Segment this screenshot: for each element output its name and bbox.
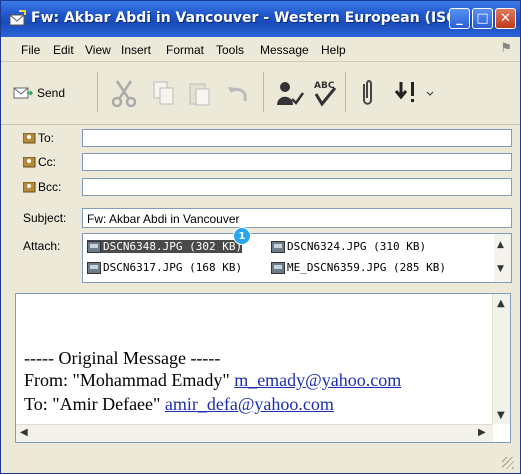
original-message-divider: ----- Original Message ----- [24, 348, 221, 368]
svg-text:ABC: ABC [314, 81, 335, 91]
menu-bar: File Edit View Insert Format Tools Messa… [1, 39, 520, 62]
menu-message[interactable]: Message [260, 43, 309, 57]
attachment-name: DSCN6317.JPG (168 KB) [103, 261, 243, 274]
attachment-item[interactable]: ME_DSCN6359.JPG (285 KB) [271, 261, 446, 274]
cc-label: Cc: [38, 155, 56, 169]
scroll-up-icon[interactable]: ▲ [497, 240, 504, 250]
close-icon: ✕ [500, 11, 511, 26]
attachments-list[interactable]: DSCN6348.JPG (302 KB) DSCN6324.JPG (310 … [82, 233, 512, 283]
toolbar-separator [345, 72, 346, 112]
attach-button[interactable] [357, 76, 377, 110]
attachment-name: DSCN6324.JPG (310 KB) [287, 240, 427, 253]
address-book-icon [23, 133, 36, 144]
bcc-field-button[interactable]: Bcc: [23, 180, 61, 194]
menu-edit[interactable]: Edit [53, 43, 74, 57]
menu-file[interactable]: File [21, 43, 40, 57]
toolbar-separator [263, 72, 264, 112]
from-email-link[interactable]: m_emady@yahoo.com [234, 370, 401, 390]
menu-help[interactable]: Help [321, 43, 346, 57]
menu-insert[interactable]: Insert [121, 43, 151, 57]
menu-format[interactable]: Format [166, 43, 204, 57]
from-line: From: "Mohammad Emady" m_emady@yahoo.com [24, 370, 401, 391]
send-button[interactable]: Send [13, 76, 65, 110]
resize-grip-icon[interactable] [502, 457, 514, 469]
scroll-up-icon[interactable]: ▲ [497, 298, 505, 309]
windows-flag-icon: ⚑ [500, 41, 512, 56]
scroll-down-icon[interactable]: ▼ [497, 410, 505, 421]
to-email-link[interactable]: amir_defa@yahoo.com [165, 394, 334, 414]
compose-window: Fw: Akbar Abdi in Vancouver - Western Eu… [0, 0, 521, 474]
copy-button[interactable] [151, 76, 177, 110]
menu-tools[interactable]: Tools [216, 43, 244, 57]
jpg-file-icon [87, 261, 101, 274]
cc-input[interactable] [82, 153, 512, 171]
bcc-label: Bcc: [38, 180, 62, 194]
chevron-down-icon [426, 91, 434, 96]
minimize-button[interactable]: _ [449, 8, 470, 29]
attachment-item[interactable]: DSCN6317.JPG (168 KB) [87, 261, 242, 274]
cc-field-button[interactable]: Cc: [23, 155, 56, 169]
toolbar-separator [97, 72, 98, 112]
check-names-icon [277, 82, 305, 105]
horizontal-scrollbar[interactable]: ◀ ▶ [16, 424, 493, 442]
subject-input[interactable]: Fw: Akbar Abdi in Vancouver [82, 208, 512, 228]
envelope-forward-icon [9, 10, 26, 26]
maximize-icon: □ [476, 11, 489, 26]
minimize-icon: _ [456, 11, 463, 26]
to-label: To: [38, 131, 55, 145]
jpg-file-icon [271, 261, 285, 274]
send-icon [13, 87, 33, 99]
undo-icon [228, 87, 247, 102]
scroll-left-icon[interactable]: ◀ [20, 427, 28, 438]
jpg-file-icon [87, 240, 101, 253]
attachment-item[interactable]: DSCN6324.JPG (310 KB) [271, 240, 426, 253]
window-title: Fw: Akbar Abdi in Vancouver - Western Eu… [31, 10, 465, 26]
toolbar: Send ABC [1, 62, 520, 125]
jpg-file-icon [271, 240, 285, 253]
to-line: To: "Amir Defaee" amir_defa@yahoo.com [24, 394, 334, 415]
address-book-icon [23, 157, 36, 168]
cut-button[interactable] [111, 76, 137, 110]
scroll-down-icon[interactable]: ▼ [497, 264, 504, 274]
message-body[interactable]: ----- Original Message ----- From: "Moha… [15, 293, 511, 443]
undo-button[interactable] [225, 76, 251, 110]
to-input[interactable] [82, 129, 512, 147]
maximize-button[interactable]: □ [472, 8, 493, 29]
attachment-item[interactable]: DSCN6348.JPG (302 KB) [87, 240, 243, 253]
bcc-input[interactable] [82, 178, 512, 196]
to-field-button[interactable]: To: [23, 131, 54, 145]
address-book-icon [23, 182, 36, 193]
priority-icon [394, 82, 414, 102]
copy-icon [153, 81, 174, 105]
attachment-name: DSCN6348.JPG (302 KB) [103, 240, 243, 253]
paperclip-icon [363, 80, 372, 105]
paste-button[interactable] [187, 76, 213, 110]
paste-icon [189, 83, 210, 106]
status-bar [1, 445, 520, 473]
scroll-right-icon[interactable]: ▶ [478, 427, 486, 438]
check-names-button[interactable] [275, 76, 305, 110]
from-prefix: From: "Mohammad Emady" [24, 370, 230, 390]
priority-dropdown[interactable] [425, 76, 435, 110]
attachments-scrollbar[interactable]: ▲ ▼ [494, 234, 511, 282]
spelling-icon: ABC [314, 81, 337, 107]
send-label: Send [37, 86, 66, 100]
attach-label: Attach: [23, 239, 61, 253]
priority-button[interactable] [393, 76, 423, 110]
title-bar[interactable]: Fw: Akbar Abdi in Vancouver - Western Eu… [1, 1, 520, 37]
callout-badge: 1 [233, 227, 251, 245]
subject-label: Subject: [23, 211, 67, 225]
attachment-name: ME_DSCN6359.JPG (285 KB) [287, 261, 446, 274]
menu-view[interactable]: View [85, 43, 111, 57]
close-button[interactable]: ✕ [495, 8, 516, 29]
to-prefix: To: "Amir Defaee" [24, 394, 161, 414]
vertical-scrollbar[interactable]: ▲ ▼ [492, 294, 510, 424]
spelling-button[interactable]: ABC [311, 76, 339, 110]
cut-icon [111, 80, 137, 107]
